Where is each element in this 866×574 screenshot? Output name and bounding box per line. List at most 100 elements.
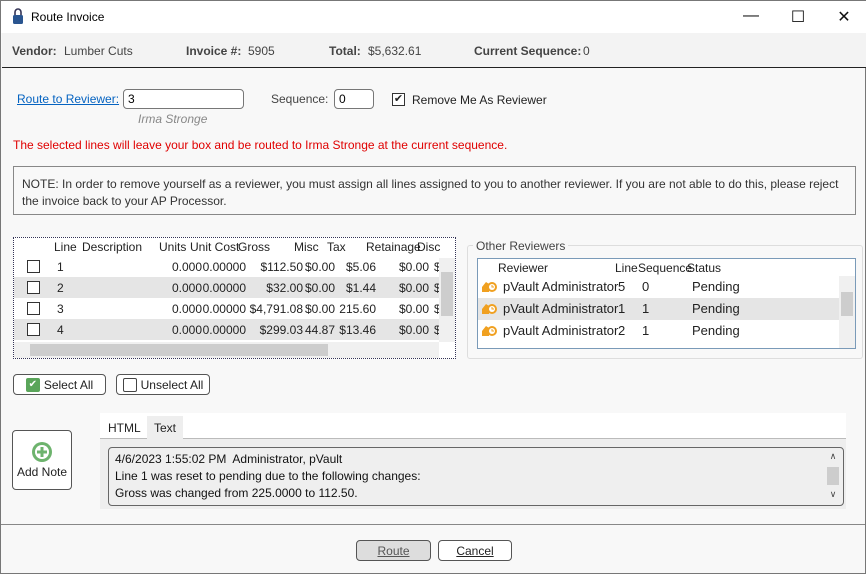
lines-horizontal-scrollbar[interactable] [14, 342, 439, 358]
current-sequence-label: Current Sequence: [474, 44, 582, 58]
pending-clock-icon [481, 303, 497, 315]
reviewer-sequence: 1 [642, 323, 650, 338]
reviewer-status: Pending [692, 301, 740, 316]
note-line: Tax was changed from 10.1300 to 5.06 [115, 502, 421, 505]
column-header-gross: Gross [238, 240, 271, 254]
reviewers-column-reviewer: Reviewer [498, 261, 549, 275]
line-misc: $0.00 [304, 260, 335, 274]
line-retainage: $0.00 [398, 260, 429, 274]
notes-scrollbar[interactable]: ∧ ∨ [825, 451, 841, 503]
sequence-label: Sequence: [271, 92, 329, 106]
route-to-reviewer-link[interactable]: Route to Reviewer: [17, 92, 119, 106]
checked-box-icon: ✔ [25, 377, 40, 392]
line-unit-cost: 0.00000 [202, 260, 246, 274]
lines-vertical-scrollbar[interactable] [439, 258, 455, 342]
line-gross: $4,791.08 [249, 302, 303, 316]
cancel-button[interactable]: Cancel [438, 540, 512, 561]
invoice-value: 5905 [248, 44, 275, 58]
line-gross: $299.03 [259, 323, 303, 337]
line-tax: $13.46 [339, 323, 376, 337]
line-checkbox[interactable] [27, 302, 40, 315]
pending-clock-icon [481, 325, 497, 337]
reviewer-line: 1 [618, 301, 626, 316]
line-misc: 44.87 [304, 323, 335, 337]
sequence-input[interactable] [334, 89, 374, 109]
reviewer-input[interactable] [123, 89, 244, 109]
reviewer-reviewer: pVault Administrator [503, 301, 619, 316]
table-row[interactable]: 1 0.000 0.00000 $112.50 $0.00 $5.06 $0.00 $ [14, 256, 455, 277]
note-box: NOTE: In order to remove yourself as a r… [13, 166, 856, 215]
total-value: $5,632.61 [368, 44, 422, 58]
line-units: 0.000 [171, 260, 202, 274]
note-line: Gross was changed from 225.0000 to 112.5… [115, 486, 358, 500]
route-button[interactable]: Route [356, 540, 431, 561]
route-label: Route [377, 543, 410, 558]
reviewer-name: Irma Stronge [138, 112, 208, 126]
note-line: 4/6/2023 1:55:02 PM Administrator, pVaul… [115, 452, 343, 466]
line-number: 2 [57, 281, 64, 295]
close-button[interactable]: ✕ [829, 7, 859, 27]
column-header-description: Description [82, 240, 143, 254]
remove-me-checkbox[interactable]: ✔ [392, 93, 405, 106]
reviewers-column-line: Line [615, 261, 638, 275]
table-row[interactable]: 4 0.000 0.00000 $299.03 44.87 $13.46 $0.00 $ [14, 319, 455, 340]
line-gross: $112.50 [260, 260, 304, 274]
maximize-button[interactable]: ☐ [783, 7, 813, 27]
reviewer-line: 2 [618, 323, 626, 338]
reviewer-row[interactable]: pVault Administrator 2 1 Pending [478, 320, 839, 342]
footer-divider [1, 524, 865, 525]
unselect-all-label: Unselect All [140, 377, 204, 392]
column-header-units: Units [159, 240, 187, 254]
line-checkbox[interactable] [27, 281, 40, 294]
line-checkbox[interactable] [27, 260, 40, 273]
line-units: 0.000 [171, 323, 202, 337]
lines-grid-header: Line Description Units Unit Cost Gross Misc Ta… [14, 238, 444, 256]
column-header-tax: Tax [327, 240, 346, 254]
line-number: 4 [57, 323, 64, 337]
current-sequence-value: 0 [583, 44, 590, 58]
column-header-disc: Disc [417, 240, 441, 254]
reviewer-sequence: 0 [642, 279, 650, 294]
tab-html[interactable]: HTML [108, 421, 141, 435]
cancel-label: Cancel [456, 543, 494, 558]
vendor-label: Vendor: [12, 44, 57, 58]
reviewer-line: 5 [618, 279, 626, 294]
reviewers-column-sequence: Sequence [638, 261, 693, 275]
minimize-button[interactable]: — [736, 7, 766, 27]
reviewers-scrollbar[interactable] [839, 276, 855, 348]
reviewer-sequence: 1 [642, 301, 650, 316]
add-note-button[interactable]: Add Note [12, 430, 72, 490]
notes-panel: HTML Text 4/6/2023 1:55:02 PM Administra… [100, 413, 846, 509]
note-text-area[interactable]: 4/6/2023 1:55:02 PM Administrator, pVaul… [108, 447, 844, 506]
select-all-button[interactable]: ✔ Select All [13, 374, 106, 395]
line-units: 0.000 [171, 302, 202, 316]
unselect-all-button[interactable]: Unselect All [116, 374, 210, 395]
column-header-retainage: Retainage [366, 240, 421, 254]
reviewers-column-status: Status [687, 261, 722, 275]
line-tax: $5.06 [345, 260, 376, 274]
invoice-info-bar: Vendor: Lumber Cuts Invoice #: 5905 Tota… [2, 33, 866, 68]
table-row[interactable]: 3 0.000 0.00000 $4,791.08 $0.00 215.60 $0.00 $ [14, 298, 455, 319]
lines-grid: Line Description Units Unit Cost Gross Misc Ta… [13, 237, 456, 359]
table-row[interactable]: 2 0.000 0.00000 $32.00 $0.00 $1.44 $0.00 $ [14, 277, 455, 298]
tab-text[interactable]: Text [147, 416, 184, 440]
reviewers-list: Reviewer Line Sequence Status pVault Admini… [477, 258, 856, 349]
column-header-misc: Misc [294, 240, 319, 254]
reviewer-status: Pending [692, 279, 740, 294]
line-unit-cost: 0.00000 [202, 281, 246, 295]
total-label: Total: [329, 44, 361, 58]
pending-clock-icon [481, 281, 497, 293]
line-unit-cost: 0.00000 [202, 302, 246, 316]
line-retainage: $0.00 [398, 302, 429, 316]
empty-box-icon [122, 377, 137, 392]
note-line: Line 1 was reset to pending due to the f… [115, 469, 421, 483]
remove-me-label: Remove Me As Reviewer [412, 93, 547, 107]
other-reviewers-title: Other Reviewers [473, 239, 569, 253]
line-checkbox[interactable] [27, 323, 40, 336]
reviewer-row[interactable]: pVault Administrator 1 1 Pending [478, 298, 839, 320]
reviewer-row[interactable]: pVault Administrator 5 0 Pending [478, 276, 839, 298]
line-gross: $32.00 [266, 281, 303, 295]
line-tax: $1.44 [345, 281, 376, 295]
line-misc: $0.00 [304, 302, 335, 316]
reviewer-reviewer: pVault Administrator [503, 279, 619, 294]
